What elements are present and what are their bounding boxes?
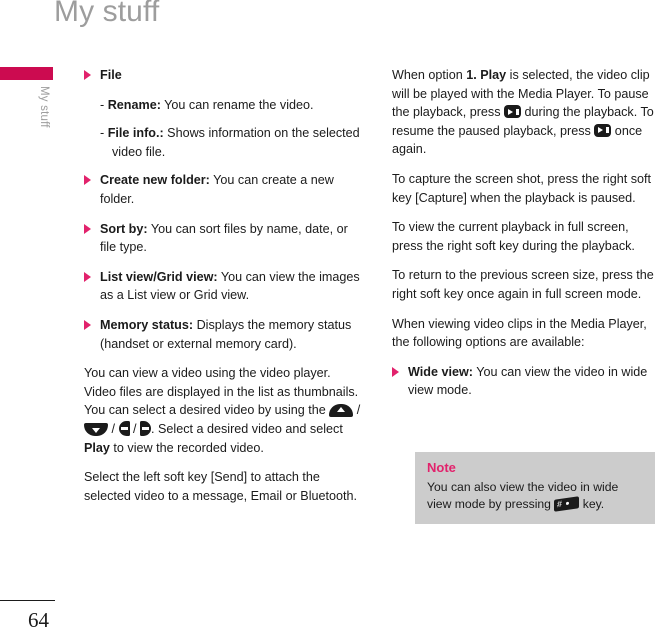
list-item-wide-view: Wide view: You can view the video in wid… xyxy=(392,363,655,400)
list-item-file: File xyxy=(84,66,362,85)
separator: / xyxy=(108,421,119,436)
play-pause-key-icon xyxy=(504,105,522,119)
nav-up-key-icon xyxy=(329,404,354,418)
list-item-sort-by: Sort by: You can sort files by name, dat… xyxy=(84,220,362,257)
separator: / xyxy=(353,403,361,418)
paragraph-text-part: to view the recorded video. xyxy=(109,440,264,455)
right-content-column: When option 1. Play is selected, the vid… xyxy=(392,66,655,411)
note-title: Note xyxy=(427,460,456,475)
note-text-part: key. xyxy=(579,497,605,511)
left-content-column: File - Rename: You can rename the video.… xyxy=(84,66,362,516)
dash-marker: - xyxy=(100,126,105,141)
triangle-bullet-icon xyxy=(84,70,91,80)
play-label: Play xyxy=(84,440,110,455)
page-number: 64 xyxy=(28,608,49,632)
paragraph-play-option: When option 1. Play is selected, the vid… xyxy=(392,66,655,159)
play-pause-key-icon xyxy=(594,123,612,137)
paragraph-screen-capture: To capture the screen shot, press the ri… xyxy=(392,171,652,205)
list-item-file-info: - File info.: Shows information on the s… xyxy=(84,124,362,161)
list-item-memory-status: Memory status: Displays the memory statu… xyxy=(84,316,362,353)
triangle-bullet-icon xyxy=(84,223,91,234)
dot-glyph xyxy=(566,501,570,506)
nav-down-key-icon xyxy=(84,422,108,436)
list-item-label: File xyxy=(100,68,122,82)
paragraph-video-player: You can view a video using the video pla… xyxy=(84,364,362,457)
triangle-bullet-icon xyxy=(84,319,91,330)
triangle-bullet-icon xyxy=(84,175,91,186)
dash-marker: - xyxy=(100,97,105,112)
paragraph-text-part: . Select a desired video and select xyxy=(151,421,343,436)
list-item-label: Sort by: xyxy=(100,221,148,236)
nav-left-key-icon xyxy=(118,420,130,436)
paragraph-media-player-options: When viewing video clips in the Media Pl… xyxy=(392,316,647,350)
sidebar-section-tab xyxy=(0,67,53,80)
paragraph-text-part: You can view a video using the video pla… xyxy=(84,366,359,418)
triangle-bullet-icon xyxy=(84,271,91,282)
paragraph-return-screen-size: To return to the previous screen size, p… xyxy=(392,268,654,301)
list-item-label: Memory status: xyxy=(100,317,194,332)
hash-key-icon: # xyxy=(554,496,580,512)
list-item-rename: - Rename: You can rename the video. xyxy=(84,96,362,115)
paragraph-send-attach: Select the left soft key [Send] to attac… xyxy=(84,470,358,503)
separator: / xyxy=(129,421,140,436)
sub-item-text: You can rename the video. xyxy=(160,97,314,112)
paragraph-full-screen: To view the current playback in full scr… xyxy=(392,220,635,253)
hash-glyph: # xyxy=(557,498,563,510)
sub-item-label: Rename: xyxy=(107,97,161,112)
list-item-create-new-folder: Create new folder: You can create a new … xyxy=(84,171,362,208)
sidebar-section-label: My stuff xyxy=(38,86,50,128)
note-body: You can also view the video in wide view… xyxy=(427,479,643,513)
list-item-label: Wide view: xyxy=(408,364,473,379)
footer-divider xyxy=(0,600,55,601)
option-play-label: 1. Play xyxy=(466,68,507,82)
list-item-label: List view/Grid view: xyxy=(100,269,218,284)
paragraph-text-part: When option xyxy=(392,68,467,82)
list-item-list-grid-view: List view/Grid view: You can view the im… xyxy=(84,268,362,305)
triangle-bullet-icon xyxy=(392,366,399,377)
note-callout: Note You can also view the video in wide… xyxy=(415,452,655,524)
sub-item-label: File info.: xyxy=(107,126,164,141)
page-title: My stuff xyxy=(54,0,160,28)
nav-right-key-icon xyxy=(140,420,151,436)
list-item-label: Create new folder: xyxy=(100,173,210,188)
